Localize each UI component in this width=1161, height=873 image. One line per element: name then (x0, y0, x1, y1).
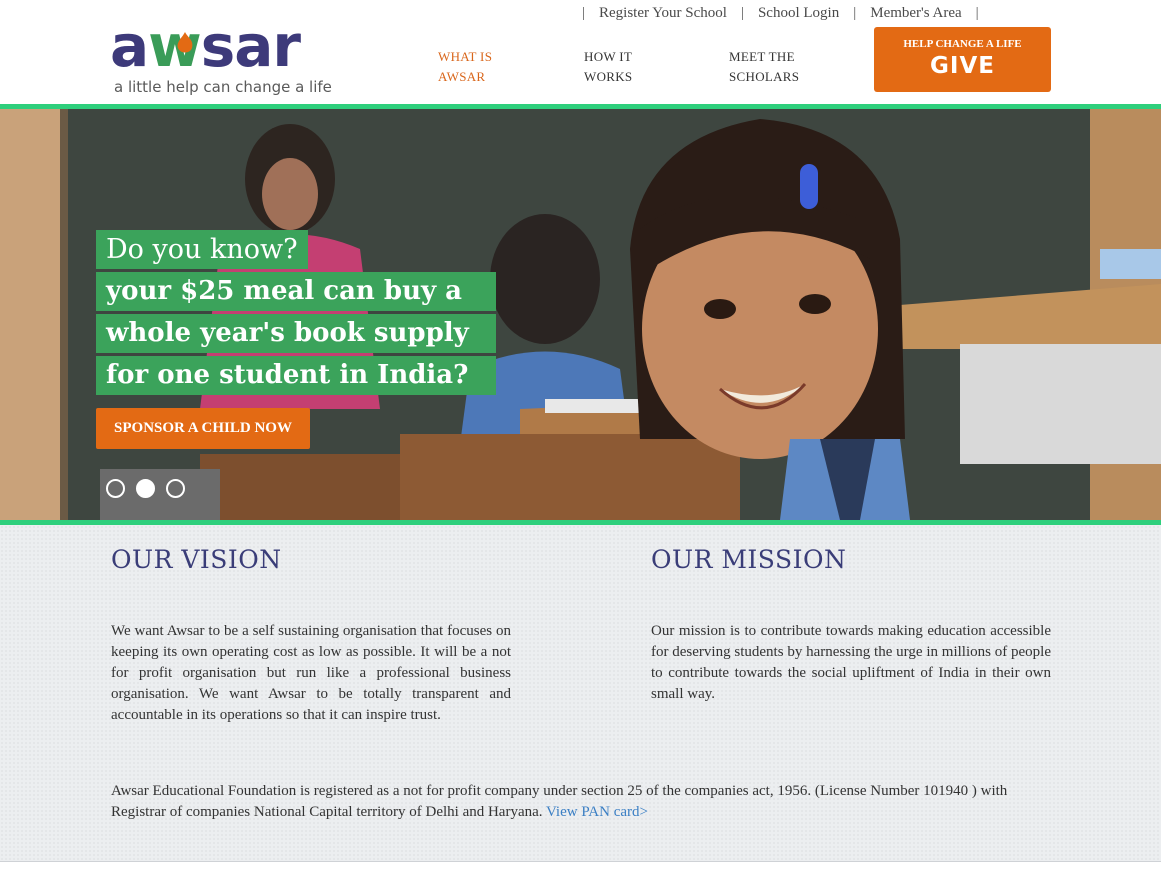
mission-text: Our mission is to contribute towards mak… (651, 623, 1051, 702)
logo-wordmark: awsar (110, 12, 301, 80)
hero-headline-line1: your $25 meal can buy a (96, 272, 496, 311)
separator: | (582, 4, 586, 21)
hero-headline-line3: for one student in India? (96, 356, 496, 395)
register-school-link[interactable]: Register Your School (599, 5, 727, 22)
nav-how-it-works-link[interactable]: HOW IT WORKS (584, 47, 694, 87)
view-pan-card-link[interactable]: View PAN card> (546, 804, 648, 820)
flame-icon (177, 32, 193, 53)
nav-meet-the-scholars-link[interactable]: MEET THE SCHOLARS (729, 47, 839, 87)
give-button-label: GIVE (930, 53, 995, 79)
nav-label-line2: AWSAR (438, 69, 486, 84)
nav-how-it-works[interactable]: HOW IT WORKS (584, 47, 694, 87)
give-button-caption: HELP CHANGE A LIFE (903, 38, 1022, 50)
awsar-logo[interactable]: awsar a little help can change a life (110, 14, 340, 100)
hero-question: Do you know? (96, 230, 308, 269)
nav-label-line1: MEET THE (729, 49, 795, 64)
school-login-link[interactable]: School Login (758, 5, 839, 22)
slide-dot-1[interactable] (106, 479, 125, 498)
members-area-link[interactable]: Member's Area (870, 5, 961, 22)
nav-label-line1: HOW IT (584, 49, 633, 64)
slide-dot-3[interactable] (166, 479, 185, 498)
nav-what-is-awsar[interactable]: WHAT IS AWSAR (438, 47, 548, 87)
top-utility-links: | Register Your School | School Login | … (582, 4, 979, 22)
mission-heading: OUR MISSION (651, 545, 847, 574)
separator: | (740, 4, 744, 21)
site-header: awsar a little help can change a life | … (0, 0, 1161, 106)
vision-text: We want Awsar to be a self sustaining or… (111, 623, 511, 723)
nav-what-is-awsar-link[interactable]: WHAT IS AWSAR (438, 47, 548, 87)
footer (0, 862, 1161, 873)
give-button[interactable]: HELP CHANGE A LIFE GIVE (874, 27, 1051, 92)
logo-tagline: a little help can change a life (114, 78, 332, 96)
nav-label-line2: WORKS (584, 69, 633, 84)
nav-label-line1: WHAT IS (438, 49, 493, 64)
sponsor-child-button[interactable]: SPONSOR A CHILD NOW (96, 408, 310, 449)
vision-heading: OUR VISION (111, 545, 282, 574)
separator: | (975, 4, 979, 21)
hero-headline-line2: whole year's book supply (96, 314, 496, 353)
nav-label-line2: SCHOLARS (729, 69, 800, 84)
nav-meet-the-scholars[interactable]: MEET THE SCHOLARS (729, 47, 839, 87)
slide-dot-2[interactable] (136, 479, 155, 498)
registration-note: Awsar Educational Foundation is register… (111, 781, 1041, 823)
separator: | (853, 4, 857, 21)
